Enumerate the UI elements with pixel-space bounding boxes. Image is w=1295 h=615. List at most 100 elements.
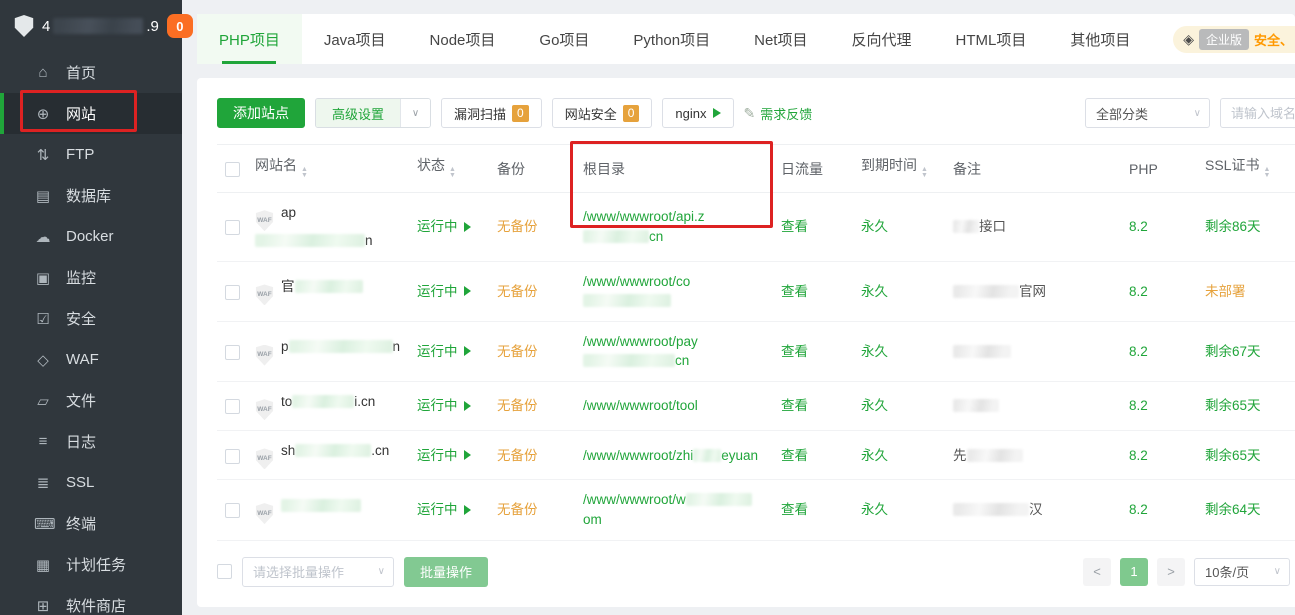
site-name[interactable]: apn <box>255 205 373 248</box>
ssl-status-link[interactable]: 剩余86天 <box>1205 219 1261 234</box>
php-version-link[interactable]: 8.2 <box>1129 448 1148 463</box>
tab-html[interactable]: HTML项目 <box>933 14 1048 64</box>
footer-select-all-checkbox[interactable] <box>217 564 232 579</box>
sidebar-item-docker[interactable]: ☁Docker <box>0 216 182 257</box>
advanced-settings-label[interactable]: 高级设置 <box>316 99 400 127</box>
sidebar-item-monitor[interactable]: ▣监控 <box>0 257 182 298</box>
web-server-button[interactable]: nginx <box>662 98 733 128</box>
row-checkbox[interactable] <box>225 285 240 300</box>
select-all-checkbox[interactable] <box>225 162 240 177</box>
feedback-link[interactable]: ✎ 需求反馈 <box>744 104 813 123</box>
sidebar-item-database[interactable]: ▤数据库 <box>0 175 182 216</box>
expiry-link[interactable]: 永久 <box>861 219 888 234</box>
row-checkbox[interactable] <box>225 449 240 464</box>
prev-page-button[interactable]: < <box>1083 558 1111 586</box>
site-name[interactable]: toi.cn <box>281 394 375 409</box>
enterprise-plan-badge[interactable]: ◈ 企业版 安全、 <box>1173 26 1295 53</box>
chevron-down-icon[interactable]: ∨ <box>400 99 430 127</box>
site-note[interactable]: 官网 <box>953 284 1046 299</box>
expiry-link[interactable]: 永久 <box>861 398 888 413</box>
col-header-site-name[interactable]: 网站名▲▼ <box>247 145 409 193</box>
row-checkbox[interactable] <box>225 345 240 360</box>
backup-link[interactable]: 无备份 <box>497 284 538 299</box>
sidebar-item-home[interactable]: ⌂首页 <box>0 52 182 93</box>
root-dir-link[interactable]: /www/wwwroot/zhieyuan <box>583 448 758 463</box>
site-status[interactable]: 运行中 <box>417 396 471 416</box>
site-status[interactable]: 运行中 <box>417 342 471 362</box>
backup-link[interactable]: 无备份 <box>497 448 538 463</box>
sidebar-item-logs[interactable]: ≡日志 <box>0 421 182 462</box>
php-version-link[interactable]: 8.2 <box>1129 344 1148 359</box>
site-note[interactable] <box>953 398 999 413</box>
col-header-expiry[interactable]: 到期时间▲▼ <box>853 145 945 193</box>
row-checkbox[interactable] <box>225 399 240 414</box>
site-security-button[interactable]: 网站安全 0 <box>552 98 653 128</box>
vuln-scan-button[interactable]: 漏洞扫描 0 <box>441 98 542 128</box>
root-dir-link[interactable]: /www/wwwroot/api.zcn <box>583 209 705 244</box>
site-status[interactable]: 运行中 <box>417 446 471 466</box>
page-size-select[interactable]: 10条/页 ∨ <box>1194 558 1290 586</box>
site-note[interactable]: 接口 <box>953 219 1006 234</box>
tab-php[interactable]: PHP项目 <box>197 14 302 64</box>
row-checkbox[interactable] <box>225 220 240 235</box>
site-note[interactable]: 汉 <box>953 502 1043 517</box>
sidebar-item-cron[interactable]: ▦计划任务 <box>0 544 182 585</box>
site-name[interactable]: 官 <box>281 279 363 294</box>
message-count-badge[interactable]: 0 <box>167 14 193 38</box>
sort-icon[interactable]: ▲▼ <box>1263 170 1270 182</box>
site-name[interactable] <box>281 498 361 513</box>
ssl-status-link[interactable]: 剩余65天 <box>1205 398 1261 413</box>
expiry-link[interactable]: 永久 <box>861 344 888 359</box>
sort-icon[interactable]: ▲▼ <box>921 170 928 182</box>
sidebar-item-ssl[interactable]: ≣SSL <box>0 462 182 503</box>
panel-logo[interactable]: 4 .9 0 <box>0 0 182 52</box>
root-dir-link[interactable]: /www/wwwroot/wom <box>583 492 752 527</box>
site-search-input[interactable] <box>1220 98 1295 128</box>
ssl-status-link[interactable]: 剩余65天 <box>1205 448 1261 463</box>
tab-node[interactable]: Node项目 <box>408 14 518 64</box>
php-version-link[interactable]: 8.2 <box>1129 219 1148 234</box>
ssl-status-link[interactable]: 剩余64天 <box>1205 502 1261 517</box>
site-note[interactable]: 先 <box>953 448 1023 463</box>
tab-java[interactable]: Java项目 <box>302 14 408 64</box>
sort-icon[interactable]: ▲▼ <box>301 170 308 182</box>
sort-icon[interactable]: ▲▼ <box>449 170 456 182</box>
batch-action-select[interactable]: 请选择批量操作 ∨ <box>242 557 394 587</box>
page-number-button[interactable]: 1 <box>1120 558 1148 586</box>
sidebar-item-security[interactable]: ☑安全 <box>0 298 182 339</box>
site-name[interactable]: sh.cn <box>281 443 389 458</box>
category-filter-select[interactable]: 全部分类 ∨ <box>1085 98 1210 128</box>
batch-action-button[interactable]: 批量操作 <box>404 557 488 587</box>
traffic-link[interactable]: 查看 <box>781 398 808 413</box>
site-status[interactable]: 运行中 <box>417 500 471 520</box>
tab-other[interactable]: 其他项目 <box>1048 14 1152 64</box>
traffic-link[interactable]: 查看 <box>781 284 808 299</box>
tab-reverse-proxy[interactable]: 反向代理 <box>829 14 933 64</box>
traffic-link[interactable]: 查看 <box>781 502 808 517</box>
col-header-ssl[interactable]: SSL证书▲▼ <box>1197 145 1295 193</box>
tab-net[interactable]: Net项目 <box>732 14 829 64</box>
traffic-link[interactable]: 查看 <box>781 219 808 234</box>
site-status[interactable]: 运行中 <box>417 282 471 302</box>
sidebar-item-files[interactable]: ▱文件 <box>0 380 182 421</box>
sidebar-item-terminal[interactable]: ⌨终端 <box>0 503 182 544</box>
backup-link[interactable]: 无备份 <box>497 344 538 359</box>
backup-link[interactable]: 无备份 <box>497 398 538 413</box>
php-version-link[interactable]: 8.2 <box>1129 284 1148 299</box>
sidebar-item-waf[interactable]: ◇WAF <box>0 339 182 380</box>
backup-link[interactable]: 无备份 <box>497 502 538 517</box>
root-dir-link[interactable]: /www/wwwroot/tool <box>583 398 698 413</box>
backup-link[interactable]: 无备份 <box>497 219 538 234</box>
site-note[interactable] <box>953 344 1011 359</box>
advanced-settings-button[interactable]: 高级设置 ∨ <box>315 98 431 128</box>
traffic-link[interactable]: 查看 <box>781 344 808 359</box>
tab-go[interactable]: Go项目 <box>517 14 611 64</box>
php-version-link[interactable]: 8.2 <box>1129 502 1148 517</box>
traffic-link[interactable]: 查看 <box>781 448 808 463</box>
expiry-link[interactable]: 永久 <box>861 284 888 299</box>
root-dir-link[interactable]: /www/wwwroot/paycn <box>583 334 698 369</box>
add-site-button[interactable]: 添加站点 <box>217 98 305 128</box>
expiry-link[interactable]: 永久 <box>861 502 888 517</box>
php-version-link[interactable]: 8.2 <box>1129 398 1148 413</box>
row-checkbox[interactable] <box>225 503 240 518</box>
